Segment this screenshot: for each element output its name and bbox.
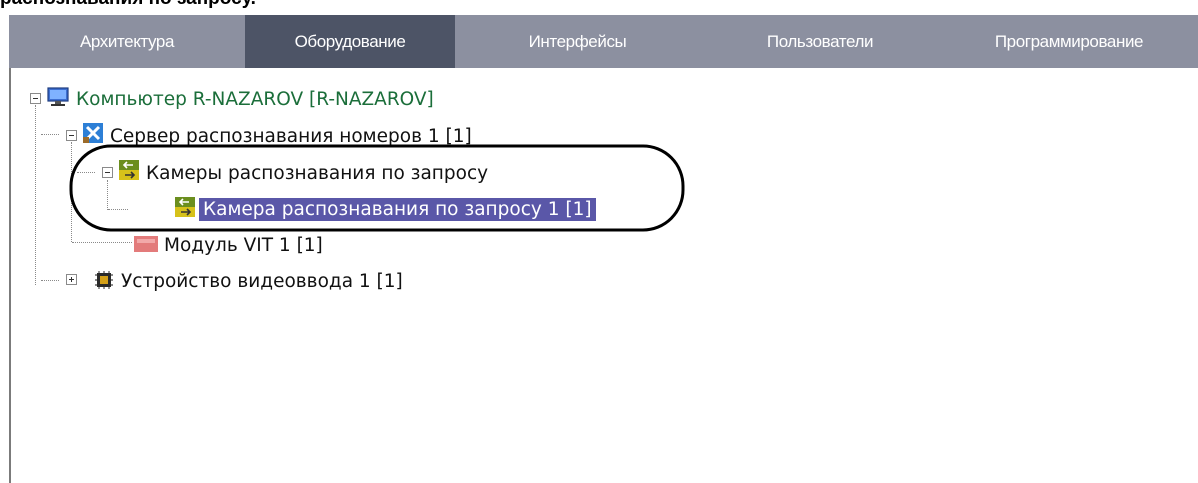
collapse-toggle-computer[interactable] (30, 93, 41, 104)
server-tools-icon (83, 123, 103, 143)
tree-node-vit-module[interactable]: Модуль VIT 1 [1] (161, 231, 326, 259)
node-label-video-device: Устройство видеоввода 1 [1] (121, 270, 403, 292)
tree-connector (41, 134, 59, 135)
highlight-annotation-ellipse (69, 144, 685, 232)
hardware-tree-panel: Компьютер R-NAZAROV [R-NAZAROV] Сервер р… (9, 68, 1198, 483)
collapse-toggle-lpr-server[interactable] (66, 130, 77, 141)
tree-connector (35, 105, 36, 285)
tab-architecture[interactable]: Архитектура (9, 15, 245, 68)
node-label-vit-module: Модуль VIT 1 [1] (164, 234, 323, 256)
tab-users[interactable]: Пользователи (700, 15, 940, 68)
node-label-computer: Компьютер R-NAZAROV [R-NAZAROV] (76, 88, 434, 110)
tree-node-video-device[interactable]: Устройство видеоввода 1 [1] (118, 267, 406, 295)
document-caption: распознавания по запросу. (0, 0, 256, 10)
expand-toggle-video-device[interactable] (66, 274, 77, 285)
tab-interfaces[interactable]: Интерфейсы (455, 15, 700, 68)
main-tab-bar: Архитектура Оборудование Интерфейсы Поль… (9, 15, 1198, 68)
computer-monitor-icon (47, 87, 69, 107)
video-input-chip-icon (94, 270, 114, 290)
tab-programming[interactable]: Программирование (940, 15, 1198, 68)
tree-connector (72, 242, 132, 243)
tree-node-computer[interactable]: Компьютер R-NAZAROV [R-NAZAROV] (73, 85, 437, 113)
vit-module-icon (134, 234, 158, 254)
tab-hardware[interactable]: Оборудование (245, 15, 455, 68)
tree-connector (41, 280, 59, 281)
